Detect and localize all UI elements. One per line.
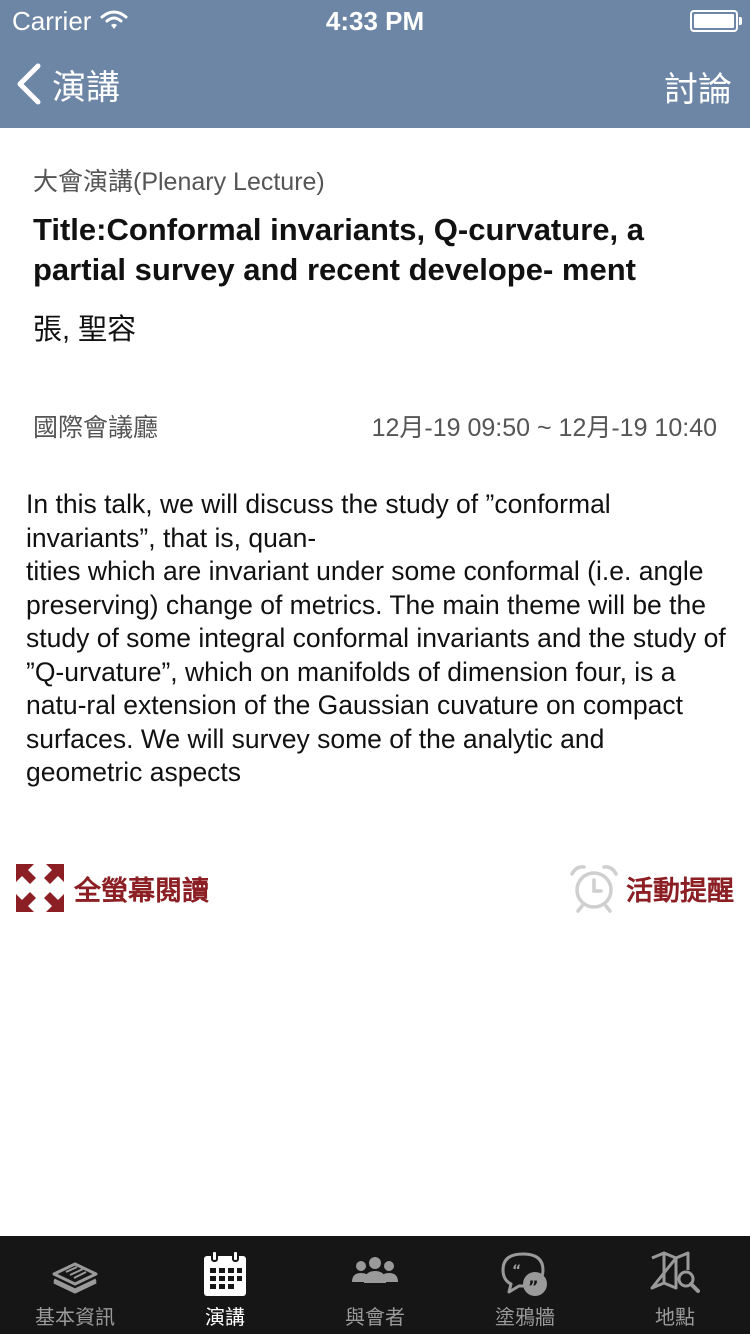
status-time: 4:33 PM xyxy=(325,6,425,36)
status-bar: Carrier 4:33 PM xyxy=(0,0,750,40)
battery-icon xyxy=(690,10,742,32)
abstract: In this talk, we will discuss the study … xyxy=(26,488,726,790)
venue-label: 國際會議廳 xyxy=(33,414,159,442)
event-reminder-label: 活動提醒 xyxy=(626,875,734,906)
expand-arrows-icon xyxy=(16,864,64,912)
event-reminder-button[interactable]: 活動提醒 xyxy=(568,862,734,914)
back-button[interactable]: 演講 xyxy=(14,58,120,110)
session-type: 大會演講(Plenary Lecture) xyxy=(33,168,325,196)
tab-basic-info[interactable]: 基本資訊 xyxy=(0,1236,150,1334)
tab-wall-label: 塗鴉牆 xyxy=(495,1307,555,1329)
tab-basic-info-label: 基本資訊 xyxy=(35,1307,115,1329)
tab-location[interactable]: 地點 xyxy=(600,1236,750,1334)
back-label: 演講 xyxy=(52,68,120,107)
speaker-name: 張, 聖容 xyxy=(33,314,137,346)
navigation-bar: Carrier 4:33 PM 演講 討論 xyxy=(0,0,750,128)
talk-detail-screen: Carrier 4:33 PM 演講 討論 大會演講(Plenary Lectu… xyxy=(0,0,750,1334)
tab-attendees-label: 與會者 xyxy=(345,1307,405,1329)
discussion-button[interactable]: 討論 xyxy=(664,62,732,111)
fullscreen-read-button[interactable]: 全螢幕閱讀 xyxy=(14,862,209,914)
svg-text:”: ” xyxy=(528,1277,539,1296)
people-icon xyxy=(352,1257,398,1283)
calendar-icon xyxy=(204,1250,246,1296)
map-search-icon xyxy=(650,1251,700,1293)
time-range: 12月-19 09:50 ~ 12月-19 10:40 xyxy=(371,414,717,442)
tab-location-label: 地點 xyxy=(655,1307,695,1329)
talk-title: Title:Conformal invariants, Q-curvature,… xyxy=(33,212,644,287)
chat-bubble-icon: “ ” xyxy=(501,1252,547,1296)
newspaper-icon xyxy=(52,1262,98,1294)
chevron-left-icon xyxy=(17,63,41,105)
svg-text:“: “ xyxy=(512,1263,521,1279)
tab-lectures-label: 演講 xyxy=(205,1307,245,1329)
alarm-clock-icon xyxy=(570,865,618,913)
abstract-text: In this talk, we will discuss the study … xyxy=(26,489,726,787)
tab-wall[interactable]: “ ” 塗鴉牆 xyxy=(450,1236,600,1334)
tab-attendees[interactable]: 與會者 xyxy=(300,1236,450,1334)
fullscreen-read-label: 全螢幕閱讀 xyxy=(74,875,209,906)
tab-bar: 基本資訊 演講 與會者 “ ” 塗鴉牆 地點 xyxy=(0,1236,750,1334)
tab-lectures[interactable]: 演講 xyxy=(150,1236,300,1334)
